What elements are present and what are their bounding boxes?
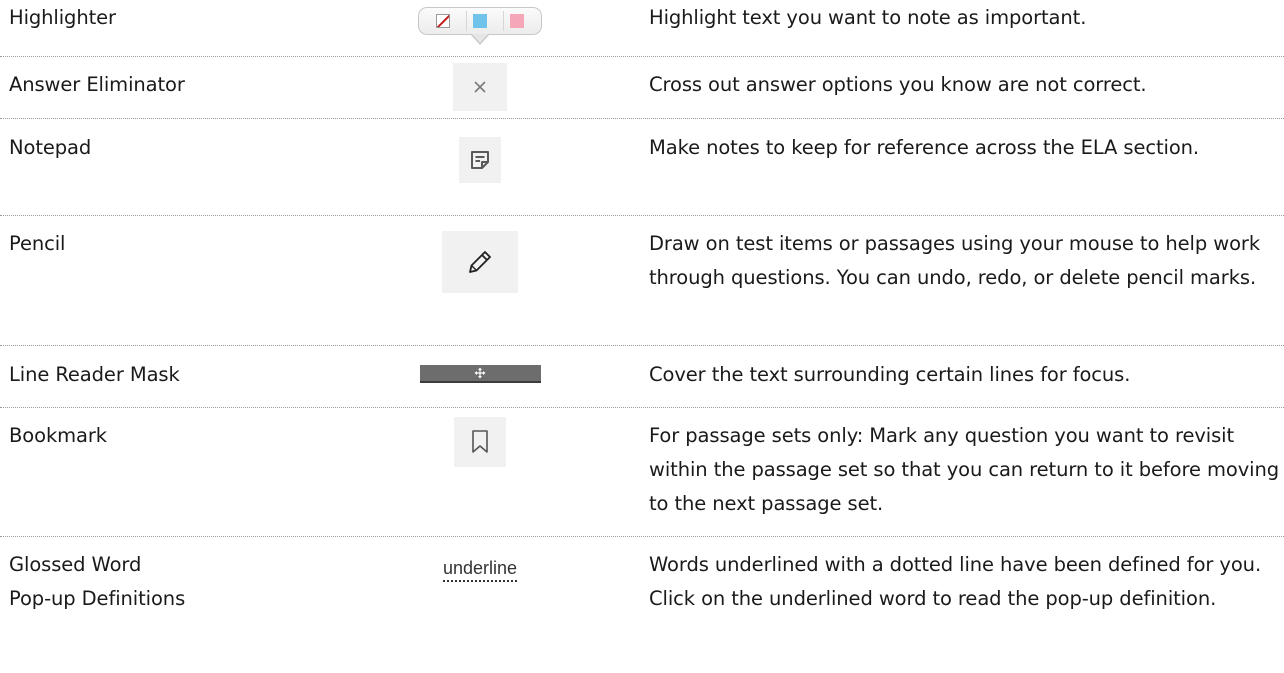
tool-description: For passage sets only: Mark any question…: [649, 424, 1279, 515]
tool-icon-cell: [380, 0, 580, 45]
tool-description: Cover the text surrounding certain lines…: [649, 363, 1131, 386]
eliminator-icon-box: [453, 63, 507, 111]
tool-icon-cell: underline: [380, 549, 580, 582]
tool-row-notepad: Notepad Make notes to keep for reference…: [0, 119, 1284, 216]
tool-name: Answer Eliminator: [9, 73, 185, 96]
tools-reference-table: Highlighter Highlight text you want to n…: [0, 0, 1284, 673]
pink-swatch-icon: [510, 14, 525, 28]
tool-row-bookmark: Bookmark For passage sets only: Mark any…: [0, 408, 1284, 537]
tool-row-line-reader-mask: Line Reader Mask Cover the text surround…: [0, 346, 1284, 408]
tool-icon-cell: [380, 229, 580, 293]
glossed-word-example: underline: [442, 557, 518, 582]
highlighter-blue-swatch: [465, 11, 494, 31]
bookmark-icon-box: [454, 417, 506, 467]
highlighter-pink-swatch: [502, 11, 531, 31]
tool-icon-cell: [380, 352, 580, 383]
tool-description: Cross out answer options you know are no…: [649, 73, 1147, 96]
tool-name: Notepad: [9, 136, 92, 159]
tool-description: Highlight text you want to note as impor…: [649, 6, 1087, 29]
tool-name: Pencil: [9, 232, 66, 255]
tool-icon-cell: [380, 131, 580, 183]
highlighter-palette-icon: [418, 7, 542, 45]
tool-name: Bookmark: [9, 424, 107, 447]
tool-description: Draw on test items or passages using you…: [649, 232, 1261, 289]
tool-description: Words underlined with a dotted line have…: [649, 553, 1262, 610]
pencil-icon: [469, 251, 491, 273]
tool-row-pencil: Pencil Draw on test items or passages us…: [0, 216, 1284, 346]
eraser-icon: [436, 14, 451, 28]
tool-name: Highlighter: [9, 6, 116, 29]
notepad-icon-box: [459, 137, 501, 183]
tool-description: Make notes to keep for reference across …: [649, 136, 1200, 159]
bookmark-icon: [472, 430, 488, 453]
tool-icon-cell: [380, 63, 580, 111]
move-arrows-icon: [474, 367, 486, 379]
tool-name-line: Glossed Word: [9, 553, 142, 576]
tool-name: Glossed Word Pop-up Definitions: [9, 548, 185, 616]
tool-name-line: Pop-up Definitions: [9, 587, 186, 610]
tool-name: Line Reader Mask: [9, 363, 180, 386]
blue-swatch-icon: [473, 14, 488, 28]
tool-icon-cell: [380, 416, 580, 467]
highlighter-eraser-swatch: [429, 11, 457, 31]
tool-row-answer-eliminator: Answer Eliminator Cross out answer optio…: [0, 57, 1284, 119]
tool-row-glossed-word: Glossed Word Pop-up Definitions underlin…: [0, 537, 1284, 673]
line-reader-mask-bar: [419, 365, 541, 383]
close-icon: [474, 81, 486, 93]
pencil-icon-box: [442, 231, 518, 293]
tool-row-highlighter: Highlighter Highlight text you want to n…: [0, 0, 1284, 57]
notepad-icon: [471, 151, 489, 169]
